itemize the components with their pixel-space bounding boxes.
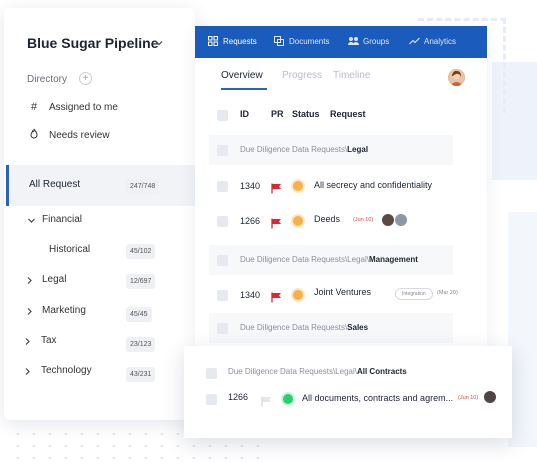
- count-badge: 247/748: [126, 179, 160, 194]
- sidebar-item-label: Assigned to me: [49, 101, 118, 113]
- tree-item-technology[interactable]: Technology: [41, 365, 92, 376]
- count-badge: 45/102: [126, 244, 156, 259]
- directory-label: Directory: [27, 74, 68, 85]
- workspace-title[interactable]: Blue Sugar Pipeline: [27, 35, 158, 51]
- background-square: [508, 212, 537, 447]
- chevron-down-icon[interactable]: [27, 216, 36, 227]
- row-checkbox[interactable]: [206, 368, 217, 379]
- group-path: Due Diligence Data Requests\Legal: [240, 145, 369, 154]
- tab-timeline[interactable]: Timeline: [333, 70, 370, 81]
- sidebar: Blue Sugar Pipeline Directory + # Assign…: [4, 8, 197, 420]
- row-checkbox[interactable]: [217, 323, 228, 334]
- column-header-id[interactable]: ID: [240, 109, 249, 119]
- tag-pill[interactable]: Integration: [395, 288, 433, 300]
- tree-item-marketing[interactable]: Marketing: [42, 305, 86, 316]
- tree-item-financial[interactable]: Financial: [42, 214, 82, 225]
- hash-icon: #: [30, 101, 38, 113]
- sidebar-item-label: All Request: [29, 179, 81, 190]
- tree-item-historical[interactable]: Historical: [49, 244, 90, 255]
- add-directory-button[interactable]: +: [79, 72, 92, 85]
- documents-icon: [274, 36, 284, 46]
- count-badge: 45/45: [126, 307, 152, 322]
- nav-label: Analytics: [424, 36, 457, 46]
- assignee-avatar[interactable]: [395, 214, 407, 226]
- request-id: 1266: [228, 392, 249, 402]
- nav-label: Documents: [289, 36, 330, 46]
- flag-icon[interactable]: [271, 181, 283, 194]
- nav-label: Groups: [363, 36, 390, 46]
- row-checkbox[interactable]: [217, 216, 228, 227]
- request-title[interactable]: Joint Ventures: [314, 287, 371, 297]
- flag-icon[interactable]: [271, 216, 283, 229]
- assignee-avatar[interactable]: [484, 391, 496, 403]
- status-dot: [293, 181, 303, 191]
- flag-icon[interactable]: [271, 290, 283, 303]
- row-checkbox[interactable]: [217, 181, 228, 192]
- assignee-avatar[interactable]: [382, 214, 394, 226]
- tree-item-legal[interactable]: Legal: [42, 274, 66, 285]
- column-header-request[interactable]: Request: [330, 109, 366, 119]
- flag-icon[interactable]: [261, 394, 273, 407]
- tab-progress[interactable]: Progress: [282, 70, 322, 81]
- row-checkbox[interactable]: [217, 255, 228, 266]
- status-dot: [283, 394, 293, 404]
- nav-analytics[interactable]: Analytics: [409, 36, 456, 46]
- request-title[interactable]: All secrecy and confidentiality: [314, 180, 432, 190]
- nav-groups[interactable]: Groups: [348, 36, 389, 46]
- group-path: Due Diligence Data Requests\Legal\All Co…: [228, 367, 407, 376]
- sidebar-item-needs-review[interactable]: Needs review: [27, 128, 110, 142]
- sidebar-item-assigned[interactable]: # Assigned to me: [27, 101, 118, 113]
- column-header-pr[interactable]: PR: [271, 109, 284, 119]
- column-header-status[interactable]: Status: [292, 109, 320, 119]
- tab-overview[interactable]: Overview: [221, 70, 263, 81]
- count-badge: 23/123: [126, 337, 156, 352]
- groups-icon: [348, 36, 359, 46]
- nav-requests[interactable]: Requests: [208, 36, 257, 46]
- user-avatar[interactable]: [448, 69, 465, 86]
- request-id: 1266: [240, 216, 261, 226]
- active-tab-indicator: [221, 88, 267, 90]
- group-path: Due Diligence Data Requests\Legal\Manage…: [240, 255, 418, 264]
- group-path: Due Diligence Data Requests\Sales: [240, 323, 369, 332]
- nav-documents[interactable]: Documents: [274, 36, 329, 46]
- flame-icon: [27, 128, 41, 142]
- request-title[interactable]: All documents, contracts and agrem...: [302, 393, 453, 403]
- sidebar-item-all-request[interactable]: All Request 247/748: [6, 165, 197, 206]
- row-checkbox[interactable]: [217, 290, 228, 301]
- count-badge: 12/697: [126, 274, 156, 289]
- nav-label: Requests: [223, 36, 257, 46]
- sidebar-item-label: Needs review: [49, 129, 110, 141]
- chevron-down-icon[interactable]: [154, 38, 166, 50]
- due-date-tag: (Jun 10): [353, 217, 374, 223]
- select-all-checkbox[interactable]: [217, 110, 228, 121]
- status-dot: [293, 290, 303, 300]
- chevron-right-icon[interactable]: [23, 337, 32, 348]
- chevron-right-icon[interactable]: [25, 307, 34, 318]
- chevron-right-icon[interactable]: [23, 367, 32, 378]
- group-row-sales[interactable]: Due Diligence Data Requests\Sales: [209, 313, 453, 343]
- chevron-right-icon[interactable]: [25, 276, 34, 287]
- request-id: 1340: [240, 290, 261, 300]
- row-checkbox[interactable]: [206, 394, 217, 405]
- request-title[interactable]: Deeds: [314, 214, 340, 224]
- main-panel: Requests Documents Groups Analytics Over…: [195, 26, 487, 346]
- request-id: 1340: [240, 181, 261, 191]
- group-row-management[interactable]: Due Diligence Data Requests\Legal\Manage…: [209, 245, 453, 275]
- grid-icon: [208, 36, 218, 46]
- status-dot: [293, 216, 303, 226]
- count-badge: 43/231: [126, 367, 156, 382]
- group-row-legal[interactable]: Due Diligence Data Requests\Legal: [209, 135, 453, 165]
- top-navigation: Requests Documents Groups Analytics: [195, 26, 487, 58]
- row-checkbox[interactable]: [217, 145, 228, 156]
- tree-item-tax[interactable]: Tax: [41, 335, 57, 346]
- floating-request-card: Due Diligence Data Requests\Legal\All Co…: [184, 346, 512, 438]
- analytics-icon: [409, 36, 420, 46]
- due-date: (Mar 20): [437, 290, 458, 296]
- due-date-tag: (Jun 10): [458, 395, 479, 401]
